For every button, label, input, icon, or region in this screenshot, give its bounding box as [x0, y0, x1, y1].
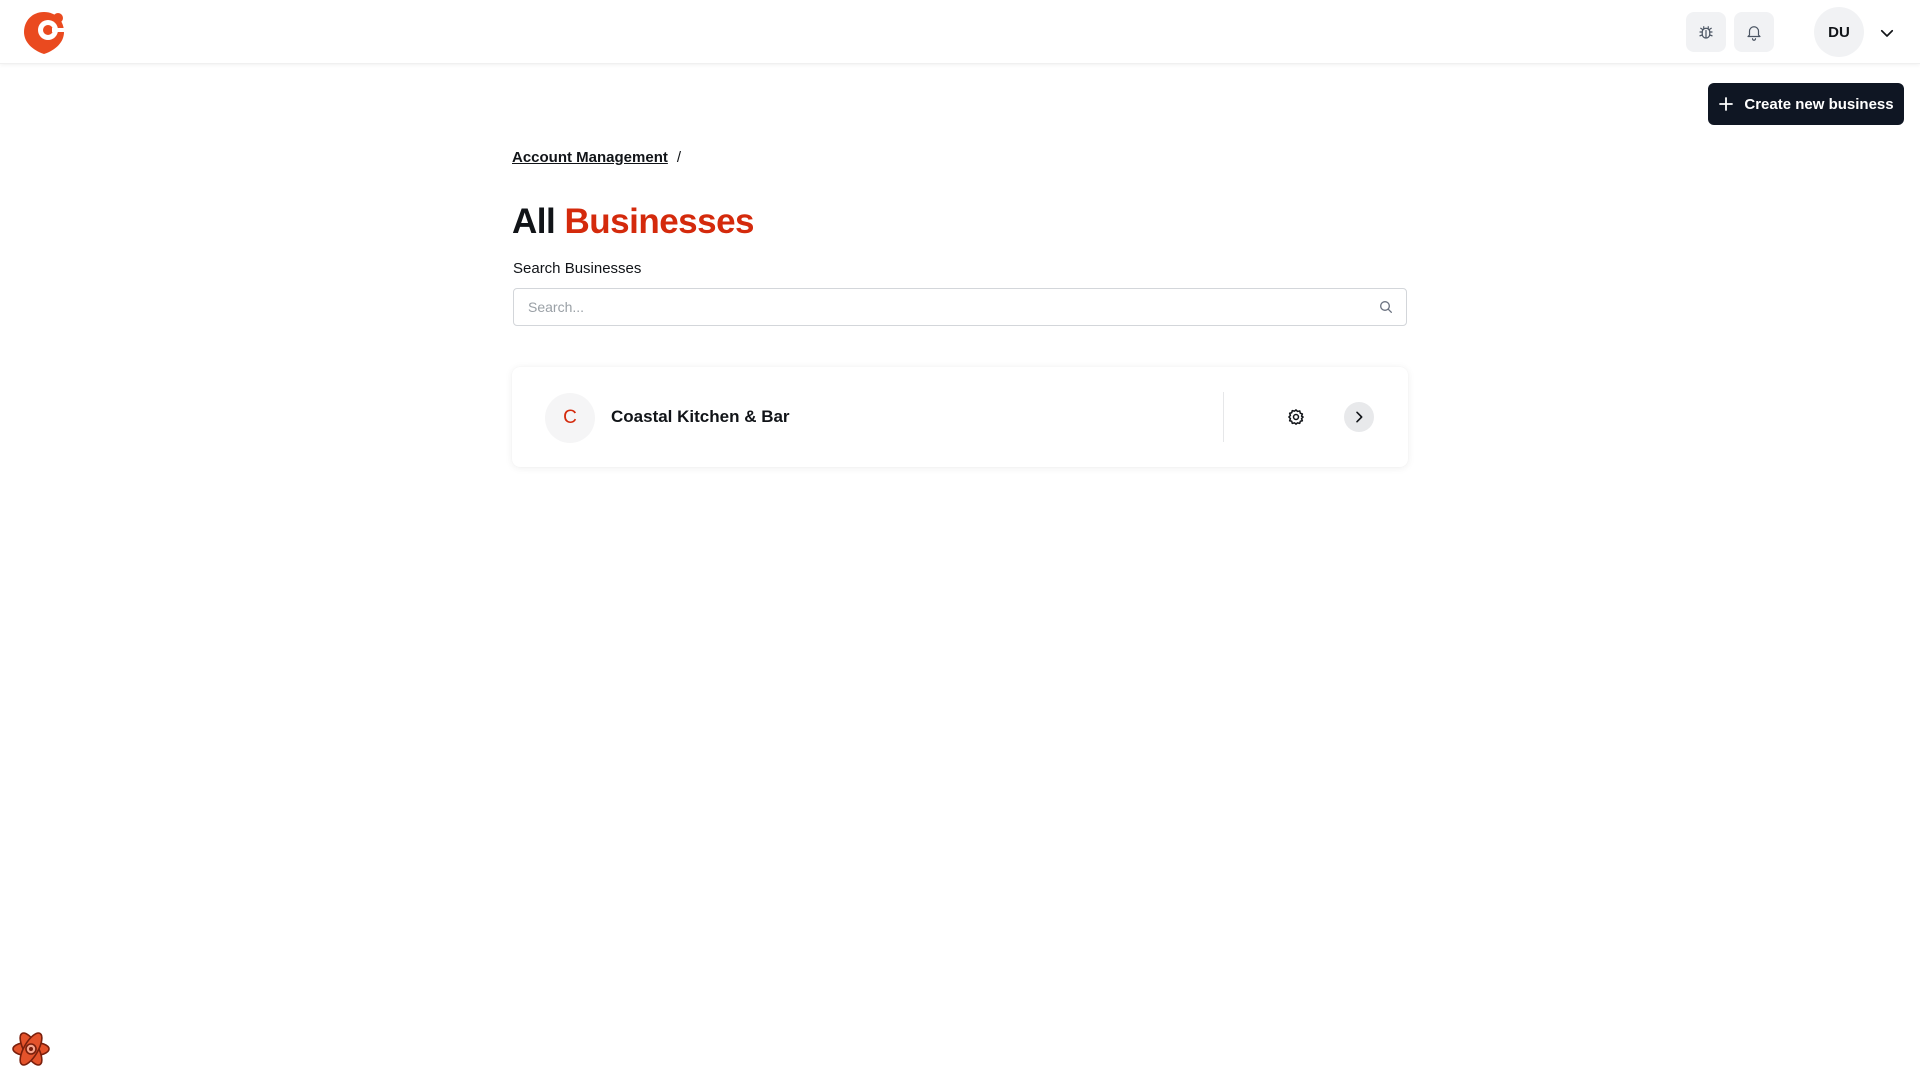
business-initial: C — [563, 407, 577, 428]
gear-icon — [1288, 409, 1304, 425]
breadcrumb: Account Management / — [512, 140, 1408, 174]
page-title-prefix: All — [512, 202, 556, 241]
main-content: Account Management / All Businesses Sear… — [512, 140, 1408, 467]
search-field — [513, 288, 1407, 326]
business-settings-button[interactable] — [1286, 407, 1306, 427]
page-title-accent: Businesses — [564, 202, 755, 241]
brand-logo-icon[interactable] — [22, 8, 66, 56]
business-card-divider — [1223, 392, 1224, 442]
breadcrumb-separator: / — [676, 148, 682, 166]
top-navigation-bar: DU — [0, 0, 1920, 64]
user-initials: DU — [1828, 23, 1850, 41]
user-avatar[interactable]: DU — [1814, 7, 1864, 57]
business-open-button[interactable] — [1344, 402, 1374, 432]
business-card[interactable]: C Coastal Kitchen & Bar — [512, 367, 1408, 467]
search-label: Search Businesses — [513, 260, 642, 277]
business-name[interactable]: Coastal Kitchen & Bar — [611, 407, 790, 427]
create-business-label: Create new business — [1744, 95, 1894, 113]
bug-icon — [1699, 26, 1713, 39]
chevron-down-icon[interactable] — [1878, 24, 1896, 42]
plus-icon — [1719, 97, 1734, 111]
breadcrumb-account-management[interactable]: Account Management — [512, 149, 668, 166]
create-business-button[interactable]: Create new business — [1708, 83, 1904, 125]
notifications-button[interactable] — [1734, 12, 1774, 52]
business-avatar: C — [545, 393, 595, 443]
search-icon — [1380, 301, 1392, 313]
react-devtools-icon[interactable] — [10, 1028, 52, 1070]
bell-icon — [1747, 26, 1761, 41]
search-input[interactable] — [514, 289, 1406, 325]
debug-button[interactable] — [1686, 12, 1726, 52]
chevron-right-icon — [1356, 411, 1363, 423]
page-title: All Businesses — [512, 201, 1408, 243]
